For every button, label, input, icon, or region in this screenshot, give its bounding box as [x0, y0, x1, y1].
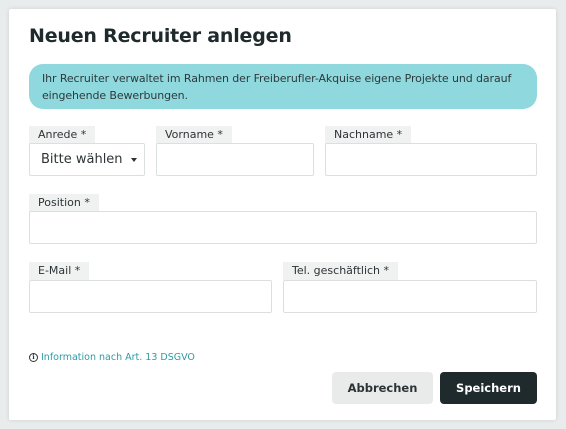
salutation-select-value: Bitte wählen — [41, 152, 123, 167]
dialog-title: Neuen Recruiter anlegen — [29, 25, 292, 47]
first-name-input[interactable] — [156, 143, 314, 176]
first-name-label: Vorname * — [156, 126, 232, 144]
dsgvo-link-label: Information nach Art. 13 DSGVO — [41, 352, 195, 363]
salutation-label: Anrede * — [29, 126, 96, 144]
info-box: Ihr Recruiter verwaltet im Rahmen der Fr… — [29, 64, 537, 109]
cancel-button[interactable]: Abbrechen — [332, 372, 433, 404]
last-name-input[interactable] — [325, 143, 537, 176]
dsgvo-info-link[interactable]: i Information nach Art. 13 DSGVO — [29, 352, 195, 363]
phone-label: Tel. geschäftlich * — [283, 262, 399, 280]
last-name-label: Nachname * — [325, 126, 412, 144]
salutation-select[interactable]: Bitte wählen — [29, 143, 145, 176]
position-label: Position * — [29, 194, 99, 212]
caret-down-icon — [130, 158, 137, 162]
email-input[interactable] — [29, 280, 272, 313]
create-recruiter-dialog: Neuen Recruiter anlegen Ihr Recruiter ve… — [9, 9, 556, 420]
position-input[interactable] — [29, 211, 537, 244]
save-button[interactable]: Speichern — [440, 372, 537, 404]
info-icon: i — [29, 353, 38, 362]
phone-input[interactable] — [283, 280, 537, 313]
email-label: E-Mail * — [29, 262, 90, 280]
